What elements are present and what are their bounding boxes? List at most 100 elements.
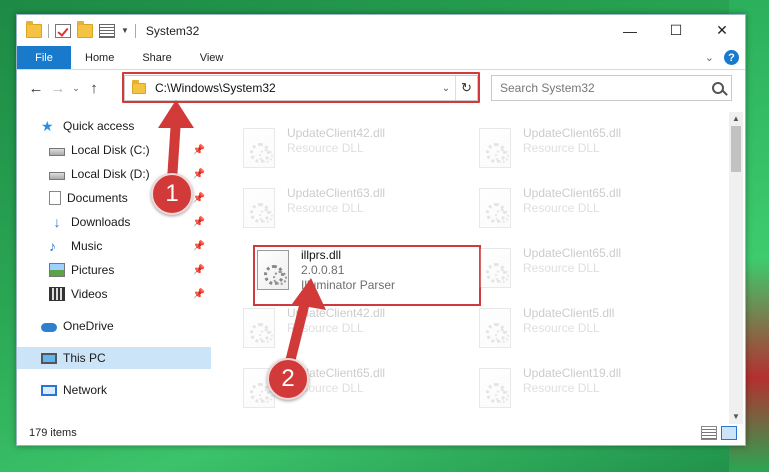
file-name: UpdateClient65.dll — [523, 246, 622, 260]
search-box[interactable] — [491, 75, 732, 101]
close-button[interactable]: ✕ — [699, 15, 745, 46]
properties-check-icon[interactable] — [55, 23, 71, 38]
up-arrow-icon[interactable]: ↑ — [83, 80, 105, 97]
computer-icon — [41, 352, 57, 364]
video-icon — [49, 287, 65, 301]
sidebar-item-label: Network — [63, 383, 108, 397]
minimize-button[interactable]: — — [607, 15, 653, 46]
folder-icon — [26, 20, 42, 38]
drive-icon — [49, 148, 65, 156]
address-dropdown-icon[interactable]: ⌄ — [437, 83, 455, 94]
quick-access-toolbar: ▼ — [17, 20, 136, 38]
sidebar-item-onedrive[interactable]: OneDrive — [17, 315, 211, 337]
file-name: UpdateClient42.dll — [287, 126, 386, 140]
window-controls: — ☐ ✕ — [607, 15, 745, 46]
network-icon — [41, 384, 57, 396]
pin-icon[interactable]: 📌 — [193, 289, 205, 300]
pin-icon[interactable]: 📌 — [193, 145, 205, 156]
tab-file[interactable]: File — [17, 46, 71, 69]
sidebar-item-music[interactable]: ♪ Music 📌 — [17, 235, 211, 257]
title-bar: ▼ System32 — ☐ ✕ — [17, 15, 745, 46]
new-folder-icon[interactable] — [77, 20, 93, 38]
document-icon — [49, 191, 61, 205]
sidebar-item-label: Documents — [67, 191, 128, 205]
sidebar-item-label: OneDrive — [63, 319, 114, 333]
pin-icon[interactable]: 📌 — [193, 241, 205, 252]
tab-share[interactable]: Share — [128, 46, 185, 69]
dll-file-icon — [479, 188, 511, 228]
window-title: System32 — [145, 23, 200, 38]
customize-toolbar-dropdown-icon[interactable]: ▼ — [121, 26, 129, 35]
sidebar-item-label: Downloads — [71, 215, 131, 229]
sidebar-item-label: Music — [71, 239, 103, 253]
forward-arrow-icon[interactable]: → — [47, 80, 69, 97]
file-tile[interactable]: UpdateClient65.dll Resource DLL — [479, 126, 707, 182]
file-tile[interactable]: UpdateClient65.dll Resource DLL — [479, 186, 707, 242]
pin-icon[interactable]: 📌 — [193, 193, 205, 204]
address-path[interactable]: C:\Windows\System32 — [155, 81, 276, 95]
tab-home[interactable]: Home — [71, 46, 128, 69]
dll-file-icon — [243, 308, 275, 348]
picture-icon — [49, 263, 65, 277]
file-description: Resource DLL — [523, 321, 600, 335]
file-tile[interactable]: UpdateClient5.dll Resource DLL — [479, 306, 707, 362]
dll-file-icon — [479, 308, 511, 348]
recent-locations-dropdown-icon[interactable]: ⌄ — [69, 83, 83, 94]
large-icons-view-icon[interactable] — [721, 426, 737, 440]
help-icon[interactable]: ? — [724, 50, 739, 65]
drive-icon — [49, 172, 65, 180]
dll-file-icon — [479, 128, 511, 168]
file-explorer-window: ▼ System32 — ☐ ✕ File Home Share View ⌄ … — [16, 14, 746, 446]
sidebar-item-local-disk-c[interactable]: Local Disk (C:) 📌 — [17, 139, 211, 161]
sidebar-item-network[interactable]: Network — [17, 379, 211, 401]
file-description: Resource DLL — [287, 141, 364, 155]
ribbon-right-controls: ⌄ ? — [705, 46, 745, 69]
dll-file-icon — [243, 128, 275, 168]
step-marker-1: 1 — [151, 173, 193, 215]
scrollbar-thumb[interactable] — [731, 126, 741, 172]
file-description: Resource DLL — [523, 381, 600, 395]
download-icon: ↓ — [53, 214, 61, 230]
sidebar-item-label: Quick access — [63, 119, 135, 133]
status-bar: 179 items — [17, 421, 745, 445]
search-input[interactable] — [500, 81, 690, 95]
file-description: Resource DLL — [287, 321, 364, 335]
file-tile[interactable]: UpdateClient42.dll Resource DLL — [243, 306, 471, 362]
tab-view[interactable]: View — [186, 46, 238, 69]
file-description: Resource DLL — [523, 201, 600, 215]
file-tile[interactable]: UpdateClient19.dll Resource DLL — [479, 366, 707, 422]
file-name: UpdateClient5.dll — [523, 306, 615, 320]
properties-icon[interactable] — [99, 23, 115, 38]
file-description: Resource DLL — [287, 201, 364, 215]
sidebar-item-this-pc[interactable]: This PC — [17, 347, 211, 369]
sidebar-item-pictures[interactable]: Pictures 📌 — [17, 259, 211, 281]
details-view-icon[interactable] — [701, 426, 717, 440]
scroll-up-icon[interactable]: ▲ — [729, 112, 743, 126]
dll-file-icon — [479, 368, 511, 408]
file-tile[interactable]: UpdateClient65.dll Resource DLL — [479, 246, 707, 302]
file-tile[interactable]: UpdateClient42.dll Resource DLL — [243, 126, 471, 182]
file-name: UpdateClient19.dll — [523, 366, 622, 380]
back-arrow-icon[interactable]: ← — [25, 80, 47, 97]
sidebar-item-quick-access[interactable]: ★ Quick access — [17, 115, 211, 137]
pin-icon[interactable]: 📌 — [193, 217, 205, 228]
file-name: UpdateClient65.dll — [523, 186, 622, 200]
file-tile[interactable]: UpdateClient63.dll Resource DLL — [243, 186, 471, 242]
refresh-icon[interactable]: ↻ — [455, 76, 477, 100]
file-name: UpdateClient63.dll — [287, 186, 386, 200]
sidebar-item-videos[interactable]: Videos 📌 — [17, 283, 211, 305]
sidebar-item-downloads[interactable]: ↓ Downloads 📌 — [17, 211, 211, 233]
pin-icon[interactable]: 📌 — [193, 169, 205, 180]
sidebar-item-label: This PC — [63, 351, 106, 365]
file-name: UpdateClient65.dll — [523, 126, 622, 140]
sidebar-item-label: Videos — [71, 287, 108, 301]
address-bar[interactable]: C:\Windows\System32 ⌄ ↻ — [124, 75, 478, 101]
navigation-bar: ← → ⌄ ↑ C:\Windows\System32 ⌄ ↻ — [17, 72, 745, 103]
music-icon: ♪ — [49, 238, 56, 254]
expand-ribbon-chevron-icon[interactable]: ⌄ — [705, 51, 714, 64]
pin-icon[interactable]: 📌 — [193, 265, 205, 276]
vertical-scrollbar[interactable]: ▲ ▼ — [729, 112, 743, 424]
maximize-button[interactable]: ☐ — [653, 15, 699, 46]
sidebar-item-label: Local Disk (D:) — [71, 167, 150, 181]
search-icon[interactable] — [712, 82, 724, 94]
